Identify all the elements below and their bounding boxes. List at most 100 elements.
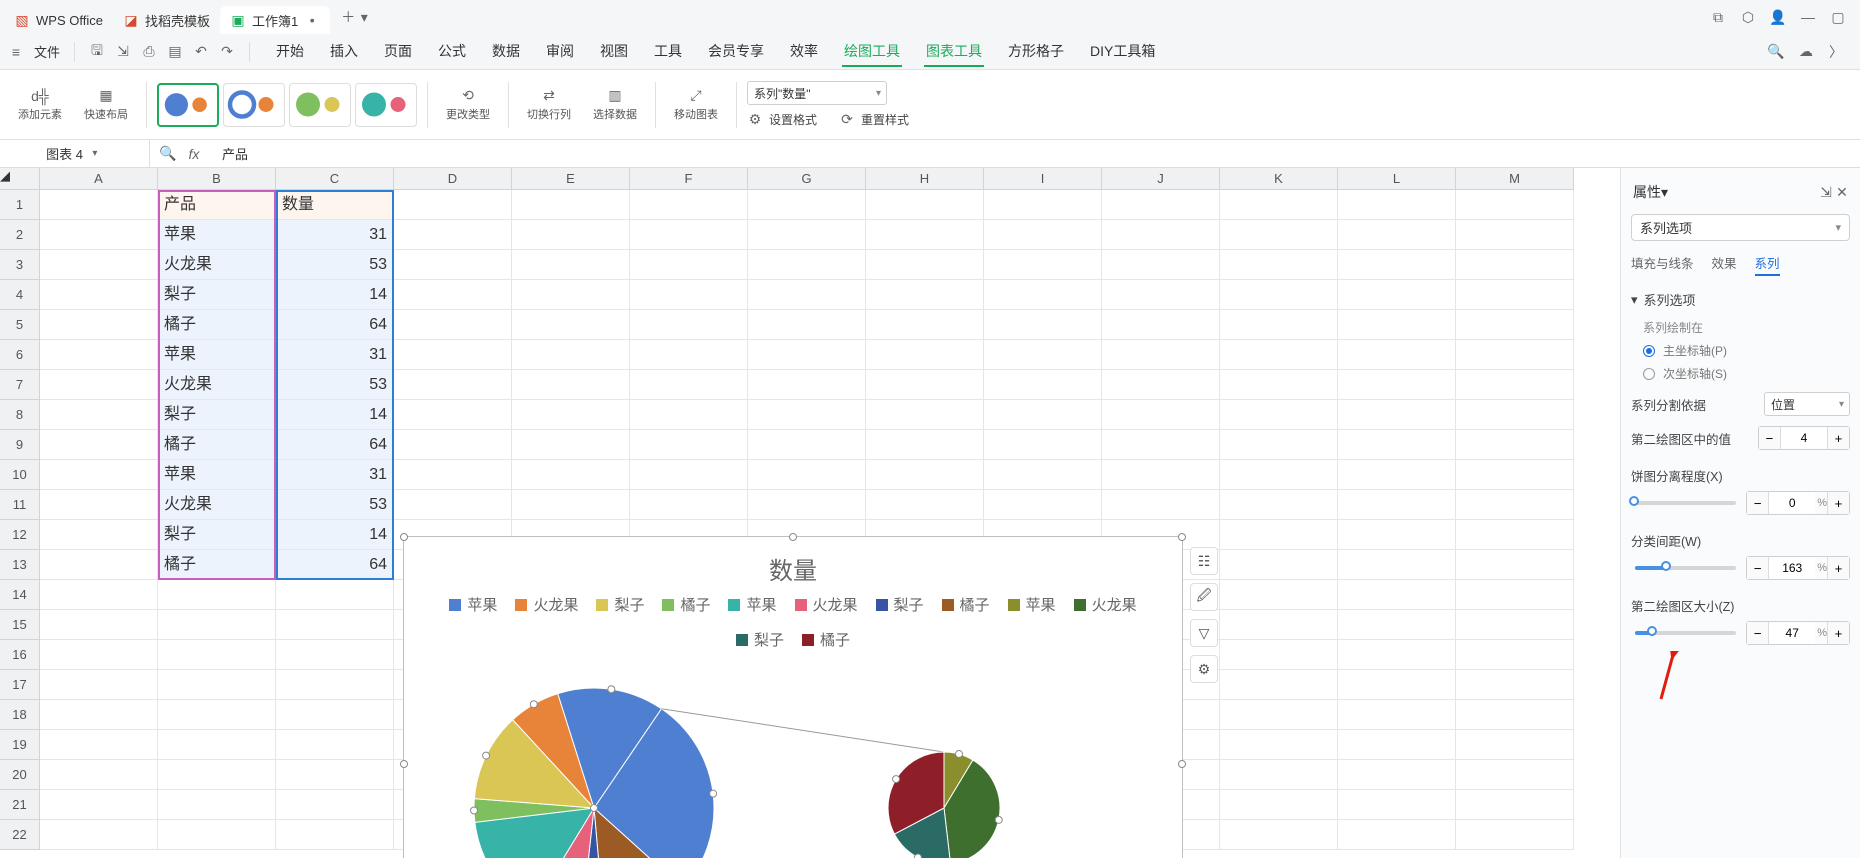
row-header[interactable]: 18 xyxy=(0,700,40,730)
chart-style-thumb[interactable] xyxy=(157,83,219,127)
decrement-button[interactable]: − xyxy=(1747,557,1769,579)
explosion-stepper[interactable]: − % + xyxy=(1746,491,1850,515)
chart-object[interactable]: ☷ 🖉 ▽ ⚙ 数量 苹果火龙果梨子橘子苹果火龙果梨子橘子苹果火龙果梨子橘子 xyxy=(403,536,1183,858)
search-icon[interactable]: 🔍 xyxy=(1768,44,1784,60)
column-header[interactable]: F xyxy=(630,168,748,190)
switch-rc-button[interactable]: ⇄ 切换行列 xyxy=(519,75,579,135)
legend-item[interactable]: 火龙果 xyxy=(1074,594,1137,615)
row-header[interactable]: 8 xyxy=(0,400,40,430)
name-box[interactable]: 图表 4 ▾ xyxy=(0,140,150,168)
menu-tab-drawing-tools[interactable]: 绘图工具 xyxy=(842,37,902,67)
preview-icon[interactable]: ▤ xyxy=(167,44,183,60)
column-header[interactable]: L xyxy=(1338,168,1456,190)
second-plot-count-input[interactable] xyxy=(1781,427,1827,449)
new-tab-button[interactable]: ＋ xyxy=(340,9,356,25)
resize-handle[interactable] xyxy=(400,533,408,541)
save-icon[interactable]: 🖫 xyxy=(89,44,105,60)
menu-tab-squaregrid[interactable]: 方形格子 xyxy=(1006,37,1066,67)
legend-item[interactable]: 苹果 xyxy=(449,594,497,615)
gap-stepper[interactable]: − % + xyxy=(1746,556,1850,580)
close-icon[interactable]: ✕ xyxy=(1834,184,1850,200)
zoom-icon[interactable]: 🔍 xyxy=(160,146,176,162)
row-header[interactable]: 19 xyxy=(0,730,40,760)
gap-input[interactable] xyxy=(1769,557,1815,579)
primary-axis-radio[interactable]: 主坐标轴(P) xyxy=(1643,342,1850,359)
menu-tab-start[interactable]: 开始 xyxy=(274,37,306,67)
spreadsheet-grid[interactable]: ◢ ABCDEFGHIJKLM 123456789101112131415161… xyxy=(0,168,1620,858)
chart-style-thumb[interactable] xyxy=(355,83,417,127)
row-header[interactable]: 22 xyxy=(0,820,40,850)
menu-tab-tools[interactable]: 工具 xyxy=(652,37,684,67)
pane-tab-effect[interactable]: 效果 xyxy=(1712,253,1737,276)
row-header[interactable]: 1 xyxy=(0,190,40,220)
chevron-up-icon[interactable]: 〉 xyxy=(1828,44,1844,60)
chart-settings-button[interactable]: ⚙ xyxy=(1190,655,1218,683)
secsize-stepper[interactable]: − % + xyxy=(1746,621,1850,645)
column-header[interactable]: A xyxy=(40,168,158,190)
legend-item[interactable]: 苹果 xyxy=(728,594,776,615)
row-header[interactable]: 11 xyxy=(0,490,40,520)
legend-item[interactable]: 橘子 xyxy=(802,629,850,650)
chart-style-thumb[interactable] xyxy=(289,83,351,127)
row-header[interactable]: 20 xyxy=(0,760,40,790)
series-options-header[interactable]: ▾ 系列选项 xyxy=(1631,290,1850,309)
increment-button[interactable]: + xyxy=(1827,427,1849,449)
chart-elements-button[interactable]: ☷ xyxy=(1190,547,1218,575)
menu-tab-review[interactable]: 审阅 xyxy=(544,37,576,67)
row-header[interactable]: 7 xyxy=(0,370,40,400)
column-header[interactable]: E xyxy=(512,168,630,190)
chart-legend[interactable]: 苹果火龙果梨子橘子苹果火龙果梨子橘子苹果火龙果梨子橘子 xyxy=(404,586,1182,658)
row-header[interactable]: 17 xyxy=(0,670,40,700)
menu-tab-diy[interactable]: DIY工具箱 xyxy=(1088,37,1157,67)
window-copy-icon[interactable]: ⧉ xyxy=(1710,9,1726,25)
add-element-button[interactable]: d╬ 添加元素 xyxy=(10,75,70,135)
fx-icon[interactable]: fx xyxy=(186,146,202,162)
pane-tab-fill[interactable]: 填充与线条 xyxy=(1631,253,1694,276)
avatar-icon[interactable]: 👤 xyxy=(1770,9,1786,25)
resize-handle[interactable] xyxy=(1178,533,1186,541)
cloud-icon[interactable]: ☁ xyxy=(1798,44,1814,60)
legend-item[interactable]: 梨子 xyxy=(876,594,924,615)
secondary-axis-radio[interactable]: 次坐标轴(S) xyxy=(1643,365,1850,382)
row-header[interactable]: 4 xyxy=(0,280,40,310)
tab-overflow-icon[interactable]: ▾ xyxy=(356,9,372,25)
export-icon[interactable]: ⇲ xyxy=(115,44,131,60)
select-data-button[interactable]: ▥ 选择数据 xyxy=(585,75,645,135)
file-menu[interactable]: 文件 xyxy=(34,42,60,61)
undo-icon[interactable]: ↶ xyxy=(193,44,209,60)
menu-tab-formula[interactable]: 公式 xyxy=(436,37,468,67)
legend-item[interactable]: 橘子 xyxy=(942,594,990,615)
increment-button[interactable]: + xyxy=(1827,492,1849,514)
column-header[interactable]: I xyxy=(984,168,1102,190)
row-header[interactable]: 10 xyxy=(0,460,40,490)
menu-tab-member[interactable]: 会员专享 xyxy=(706,37,766,67)
row-header[interactable]: 14 xyxy=(0,580,40,610)
redo-icon[interactable]: ↷ xyxy=(219,44,235,60)
split-by-select[interactable]: 位置 xyxy=(1764,392,1850,416)
legend-item[interactable]: 火龙果 xyxy=(515,594,578,615)
app-tab-workbook[interactable]: ▣ 工作簿1 • xyxy=(220,6,330,34)
row-header[interactable]: 6 xyxy=(0,340,40,370)
legend-item[interactable]: 火龙果 xyxy=(795,594,858,615)
second-plot-count-stepper[interactable]: − + xyxy=(1758,426,1850,450)
legend-item[interactable]: 梨子 xyxy=(596,594,644,615)
minimize-icon[interactable]: — xyxy=(1800,9,1816,25)
quick-layout-button[interactable]: ▦ 快速布局 xyxy=(76,75,136,135)
column-header[interactable]: B xyxy=(158,168,276,190)
secsize-input[interactable] xyxy=(1769,622,1815,644)
chevron-down-icon[interactable]: ▾ xyxy=(87,146,103,162)
format-selection-button[interactable]: 设置格式 xyxy=(769,111,817,128)
pane-scope-dropdown[interactable]: 系列选项 xyxy=(1631,214,1850,241)
menu-tab-data[interactable]: 数据 xyxy=(490,37,522,67)
row-header[interactable]: 3 xyxy=(0,250,40,280)
series-selector[interactable]: 系列"数量" xyxy=(747,81,887,105)
row-header[interactable]: 2 xyxy=(0,220,40,250)
pane-tab-series[interactable]: 系列 xyxy=(1755,253,1780,276)
row-header[interactable]: 5 xyxy=(0,310,40,340)
menu-tab-view[interactable]: 视图 xyxy=(598,37,630,67)
menu-tab-efficiency[interactable]: 效率 xyxy=(788,37,820,67)
secsize-slider[interactable] xyxy=(1635,631,1736,635)
maximize-icon[interactable]: ▢ xyxy=(1830,9,1846,25)
change-type-button[interactable]: ⟲ 更改类型 xyxy=(438,75,498,135)
move-chart-button[interactable]: ⤢ 移动图表 xyxy=(666,75,726,135)
